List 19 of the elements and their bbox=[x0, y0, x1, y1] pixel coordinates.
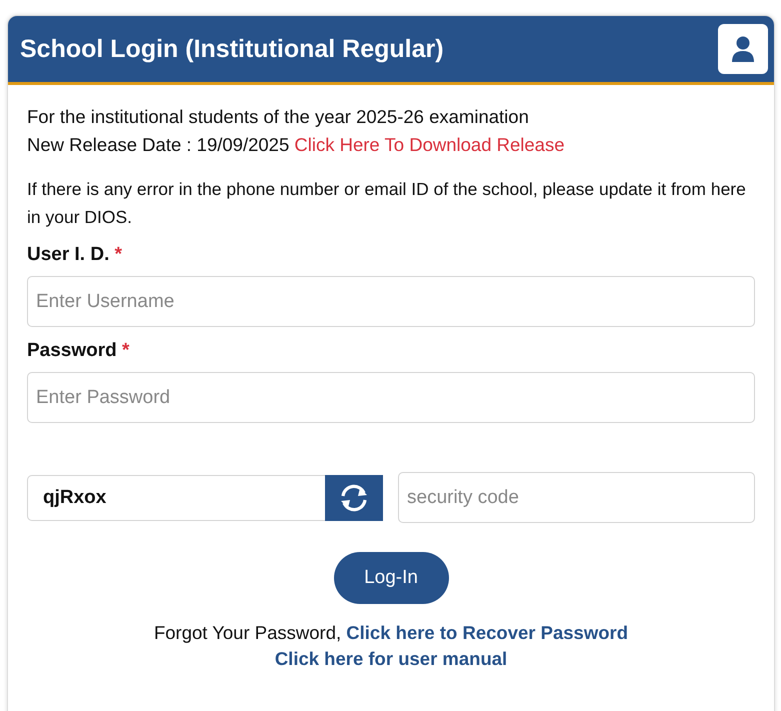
captcha-code: qjRxox bbox=[43, 486, 106, 508]
input-field[interactable]: Enter Password bbox=[27, 372, 755, 423]
user-manual-link[interactable]: Click here for user manual bbox=[274, 648, 508, 669]
forgot-password-text: Forgot Your Password, Click here to Recover Password bbox=[152, 622, 630, 644]
info-text: If there is any error in the phone number or email ID of the school, please update it from here in your DIOS. bbox=[27, 178, 747, 229]
card-title: School Login (Institutional Regular) bbox=[20, 34, 444, 64]
required-mark: * bbox=[114, 244, 122, 265]
field-label: Password bbox=[27, 340, 117, 361]
download-link[interactable]: Click Here To Download Release bbox=[294, 134, 564, 155]
notice-text: For the institutional students of the year 2025-26 examination bbox=[27, 105, 530, 129]
login-button[interactable]: Log-In bbox=[334, 552, 448, 604]
user-icon[interactable] bbox=[718, 24, 768, 74]
recover-password-link[interactable]: Click here to Recover Password bbox=[346, 622, 628, 643]
refresh-button[interactable] bbox=[325, 474, 383, 520]
release-date: New Release Date : 19/09/2025 bbox=[27, 134, 290, 155]
security-code-field[interactable]: security code bbox=[398, 472, 755, 523]
required-mark: * bbox=[122, 340, 130, 361]
input-field[interactable]: Enter Username bbox=[27, 276, 755, 327]
field-label: User I. D. bbox=[27, 244, 110, 265]
